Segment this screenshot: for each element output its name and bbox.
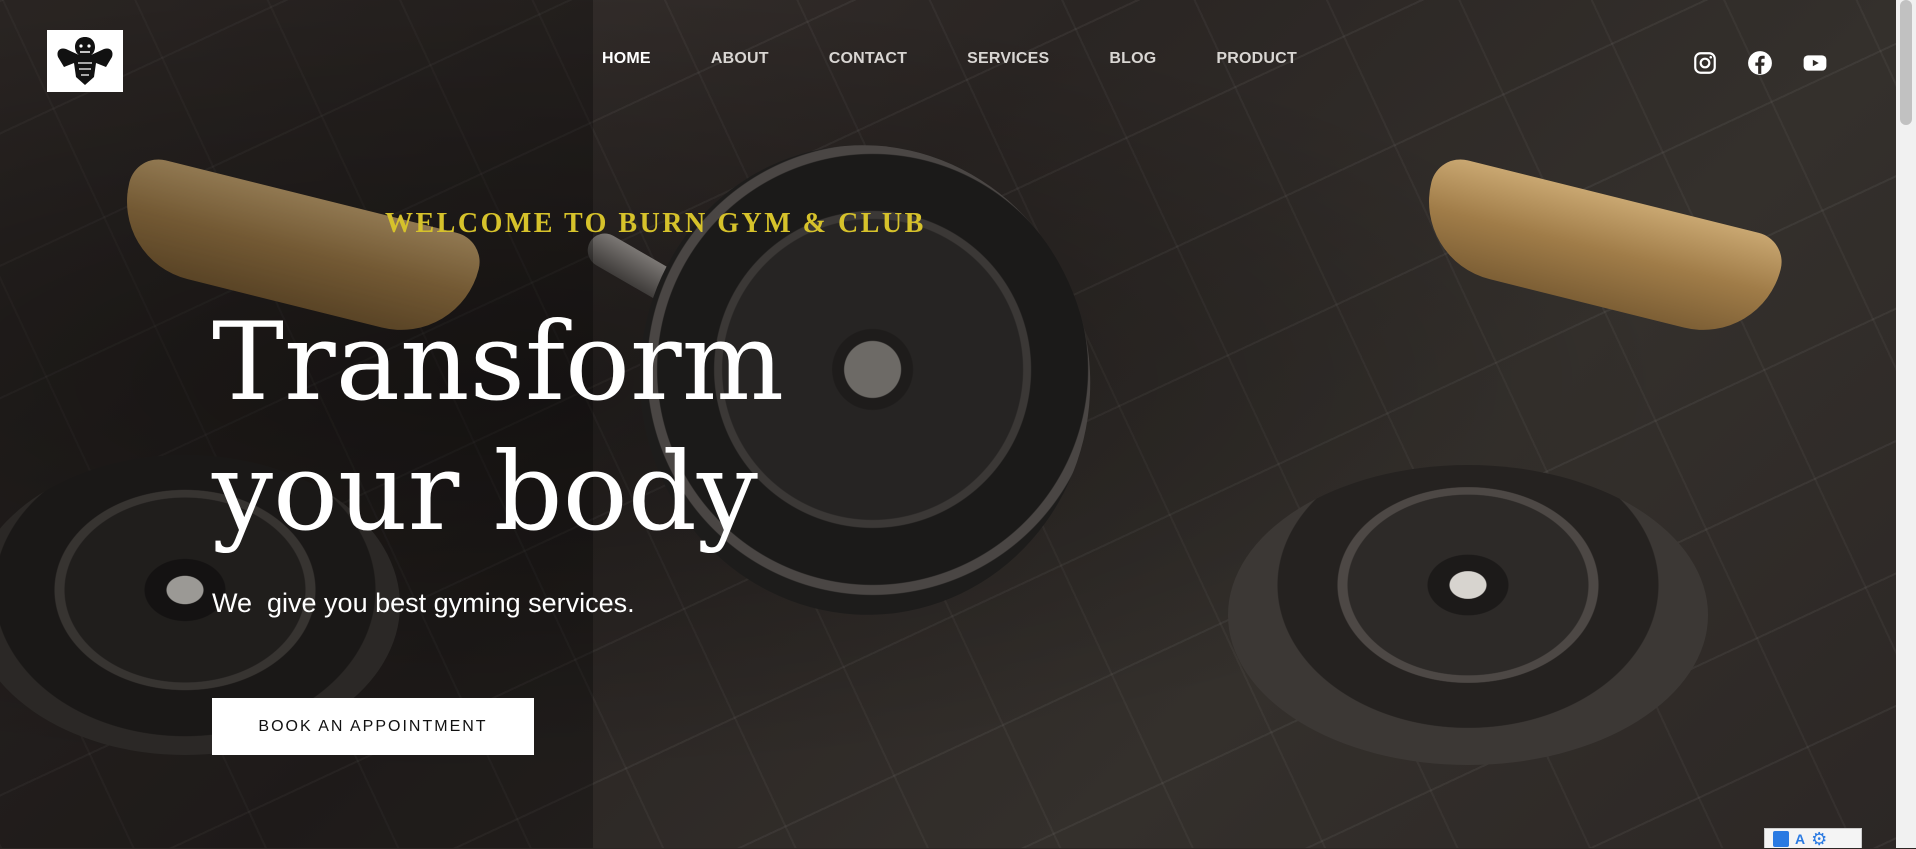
nav-product[interactable]: PRODUCT <box>1216 50 1297 68</box>
hero-headline-line1: Transform <box>212 300 785 425</box>
facebook-icon[interactable] <box>1747 50 1773 76</box>
hero-headline-line2: your body <box>212 430 758 555</box>
main-nav: HOME ABOUT CONTACT SERVICES BLOG PRODUCT <box>602 50 1357 68</box>
hero-headline: Transform your body <box>212 298 784 558</box>
translate-flag-icon <box>1773 830 1789 847</box>
youtube-icon[interactable] <box>1802 50 1828 76</box>
social-links <box>1692 50 1857 76</box>
weight-plate-image <box>1228 465 1708 765</box>
site-logo[interactable] <box>47 30 123 92</box>
nav-about[interactable]: ABOUT <box>711 50 769 68</box>
book-appointment-button[interactable]: BOOK AN APPOINTMENT <box>212 698 534 755</box>
hero-subtext: We give you best gyming services. <box>212 588 635 618</box>
nav-home[interactable]: HOME <box>602 50 651 68</box>
translate-widget[interactable]: A ⚙ <box>1764 828 1862 848</box>
lifting-belt-image <box>1412 153 1788 347</box>
nav-blog[interactable]: BLOG <box>1109 50 1156 68</box>
bodybuilder-logo-icon <box>57 37 113 85</box>
translate-label: A <box>1795 830 1806 847</box>
hero-eyebrow: WELCOME TO BURN GYM & CLUB <box>385 208 926 239</box>
scrollbar-thumb[interactable] <box>1900 0 1912 125</box>
page-scrollbar[interactable] <box>1896 0 1916 848</box>
instagram-icon[interactable] <box>1692 50 1718 76</box>
nav-contact[interactable]: CONTACT <box>829 50 907 68</box>
nav-services[interactable]: SERVICES <box>967 50 1049 68</box>
gear-icon[interactable]: ⚙ <box>1811 830 1827 848</box>
